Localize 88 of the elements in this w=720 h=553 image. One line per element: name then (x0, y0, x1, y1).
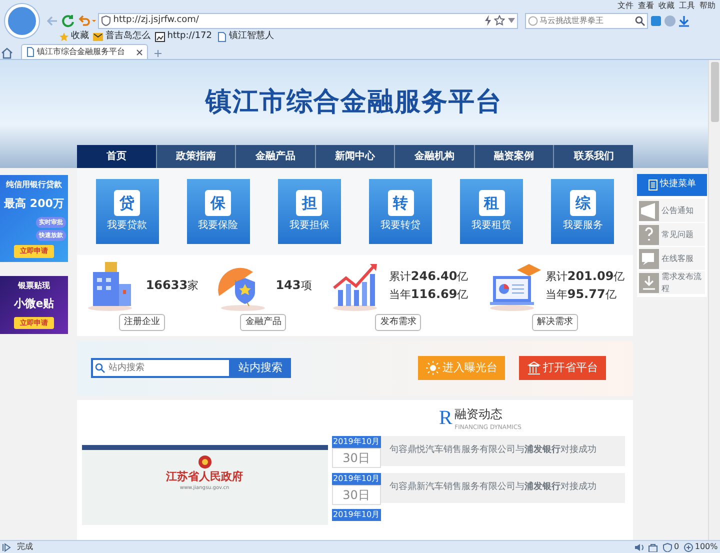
bookmark-link[interactable]: 镇江智慧人 (216, 30, 274, 44)
news-logo-letter: R (439, 408, 452, 428)
browser-tab[interactable]: 镇江市综合金融服务平台 (20, 44, 148, 59)
menu-item[interactable]: 工具 (679, 0, 695, 12)
zoom-control[interactable]: 100% (684, 541, 718, 553)
site-title: 镇江市综合金融服务平台 (206, 86, 502, 119)
service-tile[interactable]: 综 我要服务 (551, 179, 614, 244)
speaker-icon[interactable] (634, 542, 644, 552)
search-engine-icon (528, 16, 538, 26)
zoom-icon (684, 542, 693, 552)
url-text: http://zj.jsjrfw.com/ (113, 14, 200, 27)
search-field[interactable]: 马云挑战世界拳王 (524, 12, 648, 28)
stat-value: 143项 (276, 276, 312, 294)
news-title: 融资动态 (454, 406, 504, 422)
news-date-month: 2019年10月 (332, 472, 381, 484)
menu-item[interactable]: 文件 (618, 0, 634, 12)
quick-menu-header: 快捷菜单 (637, 174, 707, 196)
undo-icon[interactable] (78, 14, 96, 26)
sun-icon (426, 361, 440, 375)
quick-menu-item[interactable]: 在线客服 (639, 247, 705, 270)
page-icon (216, 32, 226, 42)
download-icon[interactable] (678, 14, 690, 26)
service-tile[interactable]: 保 我要保险 (186, 179, 250, 244)
emblem-icon (198, 454, 212, 468)
ad-block-counter[interactable]: 0 (662, 541, 680, 553)
ad-text: 银票贴现 (18, 280, 50, 292)
quick-menu-item[interactable]: 需求发布流程 (639, 271, 705, 294)
ad-text: 最高 200万 (4, 196, 64, 212)
mail-icon (93, 32, 104, 42)
lightning-icon[interactable] (484, 15, 492, 26)
menu-list-icon (648, 179, 658, 191)
bookmark-link[interactable]: 普吉岛怎么 (93, 30, 150, 44)
menu-item[interactable]: 帮助 (700, 0, 716, 12)
stat-label[interactable]: 金融产品 (240, 314, 286, 332)
search-icon (94, 363, 104, 373)
stat-value: 累计246.40亿 当年116.69亿 (388, 268, 468, 303)
service-icon: 担 (296, 190, 322, 216)
service-tile[interactable]: 租 我要租赁 (460, 179, 524, 244)
shield-icon (101, 15, 111, 26)
news-date-day: 30日 (332, 448, 381, 468)
quick-menu-item[interactable]: 常见问题 (639, 223, 705, 246)
translate-icon[interactable] (650, 14, 662, 26)
service-icon: 转 (388, 190, 414, 216)
star-icon (58, 32, 68, 42)
site-search-field[interactable]: 站内搜索 (90, 358, 230, 378)
stat-label[interactable]: 发布需求 (375, 314, 422, 332)
service-icon: 租 (478, 190, 505, 216)
news-headline[interactable]: 句容鼎新汽车销售服务有限公司与浦发银行对接成功 (380, 472, 625, 502)
menu-item[interactable]: 收藏 (658, 0, 674, 12)
scrollbar[interactable] (708, 60, 720, 540)
service-tile[interactable]: 贷 我要贷款 (96, 179, 159, 244)
news-date-month: 2019年10月 (332, 436, 381, 448)
refresh-icon[interactable] (61, 14, 76, 28)
shield-icon (662, 542, 672, 552)
news-date-day: 30日 (332, 484, 381, 504)
close-icon[interactable] (136, 48, 144, 56)
service-icon: 保 (205, 190, 232, 216)
service-icon: 贷 (114, 190, 140, 216)
caret-icon[interactable] (508, 18, 514, 23)
ad-text: 小微e贴 (14, 296, 54, 312)
status-text: 完成 (16, 541, 34, 553)
image-icon (155, 32, 165, 42)
stat-value: 16633家 (146, 276, 199, 294)
stat-label[interactable]: 注册企业 (118, 314, 165, 332)
home-icon[interactable] (0, 47, 14, 59)
link-button[interactable]: 打开省平台 (518, 356, 606, 380)
search-icon[interactable] (634, 16, 644, 26)
stat-label[interactable]: 解决需求 (532, 314, 578, 332)
menu-item[interactable]: 查看 (638, 0, 654, 12)
address-field[interactable]: http://zj.jsjrfw.com/ (98, 12, 518, 28)
stat-value: 累计201.09亿 当年95.77亿 (545, 268, 625, 303)
star-icon[interactable] (494, 15, 506, 26)
sidebar-toggle-icon[interactable] (2, 542, 12, 552)
browser-logo-icon (5, 4, 39, 38)
ad-text: 纯信用银行贷款 (6, 179, 62, 192)
quick-menu-item[interactable]: 公告通知 (639, 199, 705, 222)
service-tile[interactable]: 转 我要转贷 (369, 179, 432, 244)
search-button[interactable]: 站内搜索 (230, 358, 290, 378)
bookmark-link[interactable]: 收藏 (58, 30, 89, 44)
embedded-site-title: 江苏省人民政府 (166, 468, 243, 484)
building-icon (526, 361, 541, 375)
service-icon: 综 (570, 190, 596, 216)
service-tile[interactable]: 担 我要担保 (278, 179, 341, 244)
page-icon (26, 47, 35, 57)
news-headline[interactable]: 句容鼎悦汽车销售服务有限公司与浦发银行对接成功 (380, 436, 625, 466)
nav-link[interactable]: 首页 (77, 145, 156, 168)
news-date-month: 2019年10月 (332, 509, 381, 521)
bookmark-link[interactable]: http://172 (155, 30, 212, 44)
